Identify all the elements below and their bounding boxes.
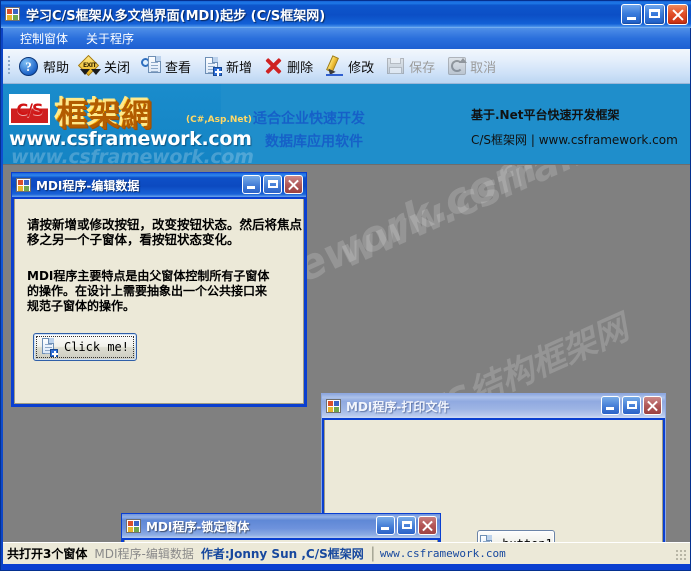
toolbar-button-cancel[interactable]: 取消: [442, 52, 503, 80]
app-window-icon: [16, 178, 31, 192]
app-window-icon: [326, 399, 341, 413]
banner-tech-label: (C#,Asp.Net): [186, 115, 252, 125]
menu-bar: 控制窗体 关于程序: [3, 28, 690, 49]
window-bottom-edge: [3, 564, 690, 570]
close-button[interactable]: [284, 175, 303, 194]
view-icon: [141, 55, 163, 77]
toolbar-label-new: 新增: [226, 60, 253, 76]
new-icon: [41, 337, 59, 357]
window-title: 学习C/S框架从多文档界面(MDI)起步 (C/S框架网): [26, 9, 326, 24]
toolbar-grip[interactable]: [6, 53, 13, 79]
banner-logo-panel: C/S 框架網 (C#,Asp.Net) www.csframework.com…: [3, 84, 254, 164]
toolbar-button-save[interactable]: 保存: [381, 52, 442, 80]
app-window-icon: [126, 519, 141, 533]
toolbar-button-help[interactable]: ? 帮助: [15, 52, 76, 80]
child-window-title: MDI程序-打印文件: [346, 399, 450, 414]
minimize-button[interactable]: [376, 516, 395, 535]
edit-icon: [324, 55, 346, 77]
child-title-bar: MDI程序-锁定窗体: [122, 514, 440, 538]
edit-data-paragraph-1: 请按新增或修改按钮，改变按钮状态。然后将焦点 移之另一个子窗体，看按钮状态变化。: [27, 217, 303, 247]
cs-badge-label: C/S: [16, 100, 43, 119]
click-me-button-label: Click me!: [63, 340, 130, 354]
status-separator: |: [370, 544, 375, 562]
mdi-client-area: www.csframework.com www.csframework.com …: [3, 164, 690, 542]
toolbar-button-delete[interactable]: 删除: [259, 52, 320, 80]
toolbar-button-new[interactable]: 新增: [198, 52, 259, 80]
minimize-button[interactable]: [601, 396, 620, 415]
banner-logo-text: 框架網: [55, 88, 151, 133]
cancel-icon: [446, 55, 468, 77]
toolbar-label-edit: 修改: [348, 60, 375, 76]
child-window-body: 请按新增或修改按钮，改变按钮状态。然后将焦点 移之另一个子窗体，看按钮状态变化。…: [14, 199, 304, 404]
close-button[interactable]: [418, 516, 437, 535]
banner-url-ghost: www.csframework.com: [11, 146, 254, 164]
toolbar-label-save: 保存: [409, 60, 436, 76]
window-controls: [621, 4, 688, 25]
edit-data-paragraph-2: MDI程序主要特点是由父窗体控制所有子窗体 的操作。在设计上需要抽象出一个公共接…: [27, 269, 270, 313]
save-icon: [385, 55, 407, 77]
help-icon: ?: [19, 55, 41, 77]
toolbar-button-view[interactable]: 查看: [137, 52, 198, 80]
resize-grip[interactable]: [675, 549, 687, 561]
child-window-controls: [242, 175, 303, 194]
banner: C/S 框架網 (C#,Asp.Net) www.csframework.com…: [3, 84, 690, 164]
close-button[interactable]: [643, 396, 662, 415]
watermark: www.csframework.com: [333, 165, 690, 277]
delete-icon: [263, 55, 285, 77]
toolbar: ? 帮助 EXIT 关闭 查看 新增 删除 修改 保存 取消: [3, 49, 690, 84]
toolbar-button-close[interactable]: EXIT 关闭: [76, 52, 137, 80]
status-open-count: 共打开3个窗体: [7, 547, 88, 561]
toolbar-label-close: 关闭: [104, 60, 131, 76]
banner-right-line2: C/S框架网 | www.csframework.com: [471, 133, 678, 147]
main-window: 学习C/S框架从多文档界面(MDI)起步 (C/S框架网) 控制窗体 关于程序 …: [0, 0, 691, 571]
cs-badge-icon: C/S: [9, 94, 50, 125]
toolbar-label-delete: 删除: [287, 60, 314, 76]
banner-mid-line1: 适合企业快速开发: [253, 111, 365, 127]
menu-item-control-forms[interactable]: 控制窗体: [11, 28, 77, 49]
child-window-controls: [376, 516, 437, 535]
minimize-button[interactable]: [242, 175, 261, 194]
new-icon: [202, 55, 224, 77]
app-window-icon: [5, 6, 21, 23]
status-active-form: MDI程序-编辑数据: [94, 547, 194, 561]
mdi-child-lock-form[interactable]: MDI程序-锁定窗体 月结后的单据不可编辑，可通过锁定窗体来操作。: [121, 513, 441, 542]
banner-right-line1: 基于.Net平台快速开发框架: [471, 108, 620, 122]
child-window-body: 月结后的单据不可编辑，可通过锁定窗体来操作。: [124, 540, 438, 542]
button1[interactable]: button1: [477, 530, 555, 542]
menu-item-about[interactable]: 关于程序: [77, 28, 143, 49]
child-window-title: MDI程序-锁定窗体: [146, 519, 250, 534]
toolbar-label-view: 查看: [165, 60, 192, 76]
exit-icon: EXIT: [77, 54, 102, 78]
toolbar-button-edit[interactable]: 修改: [320, 52, 381, 80]
status-url: www.csframework.com: [379, 547, 506, 560]
title-bar: 学习C/S框架从多文档界面(MDI)起步 (C/S框架网): [1, 1, 691, 28]
new-icon: [479, 534, 497, 542]
mdi-child-edit-data[interactable]: MDI程序-编辑数据 请按新增或修改按钮，改变按钮状态。然后将焦点 移之另一个子…: [11, 172, 307, 407]
toolbar-label-cancel: 取消: [470, 60, 497, 76]
child-window-title: MDI程序-编辑数据: [36, 178, 140, 193]
child-window-controls: [601, 396, 662, 415]
child-title-bar: MDI程序-编辑数据: [12, 173, 306, 197]
banner-mid-line2: 数据库应用软件: [265, 134, 363, 150]
maximize-button[interactable]: [263, 175, 282, 194]
maximize-button[interactable]: [397, 516, 416, 535]
toolbar-label-help: 帮助: [43, 60, 70, 76]
child-title-bar: MDI程序-打印文件: [322, 394, 665, 418]
close-button[interactable]: [667, 4, 688, 25]
maximize-button[interactable]: [644, 4, 665, 25]
minimize-button[interactable]: [621, 4, 642, 25]
click-me-button[interactable]: Click me!: [33, 333, 137, 361]
status-author: 作者:Jonny Sun ,C/S框架网: [200, 547, 364, 561]
status-bar: 共打开3个窗体 MDI程序-编辑数据 作者:Jonny Sun ,C/S框架网 …: [3, 542, 690, 564]
maximize-button[interactable]: [622, 396, 641, 415]
button1-label: button1: [502, 537, 553, 543]
